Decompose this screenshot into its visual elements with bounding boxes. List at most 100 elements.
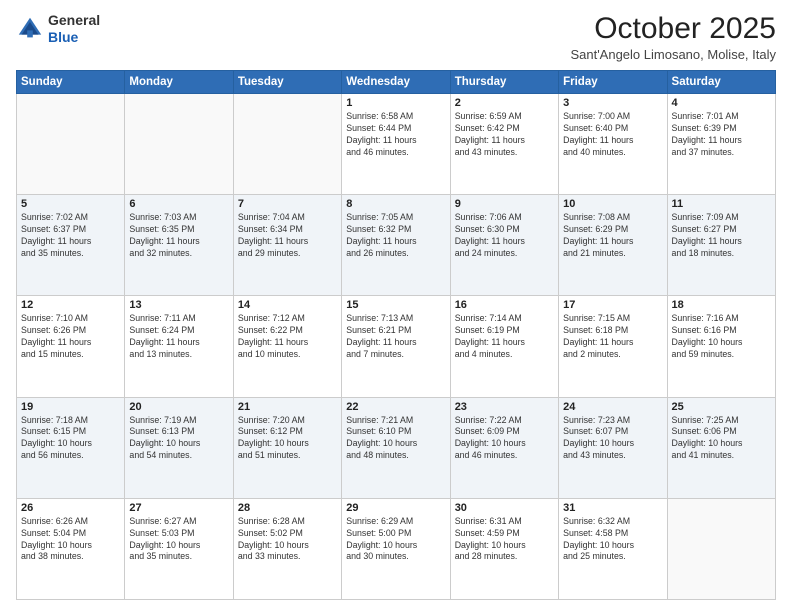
- day-number: 15: [346, 299, 445, 311]
- day-number: 28: [238, 502, 337, 514]
- table-row: 11Sunrise: 7:09 AM Sunset: 6:27 PM Dayli…: [667, 195, 775, 296]
- day-info: Sunrise: 7:14 AM Sunset: 6:19 PM Dayligh…: [455, 313, 554, 361]
- table-row: 17 Sunrise: 7:15 AM Sunset: 6:18 PM Dayli…: [559, 296, 667, 397]
- day-info: Sunrise: 7:12 AM Sunset: 6:22 PM Dayligh…: [238, 313, 337, 361]
- day-info: Sunrise: 7:08 AM Sunset: 6:29 PM Dayligh…: [563, 212, 662, 260]
- day-info: Sunrise: 7:22 AM Sunset: 6:09 PM Dayligh…: [455, 415, 554, 463]
- day-info: Sunrise: 7:00 AM Sunset: 6:40 PM Dayligh…: [563, 111, 662, 159]
- day-info: Sunrise: 7:23 AM Sunset: 6:07 PM Dayligh…: [563, 415, 662, 463]
- day-number: 27: [129, 502, 228, 514]
- day-number: 25: [672, 401, 771, 413]
- calendar-week-1: 1 Sunrise: 6:58 AM Sunset: 6:44 PM Daylig…: [17, 94, 776, 195]
- logo-blue: Blue: [48, 29, 100, 46]
- day-number: 5: [21, 198, 120, 210]
- table-row: 8Sunrise: 7:05 AM Sunset: 6:32 PM Daylig…: [342, 195, 450, 296]
- table-row: 22 Sunrise: 7:21 AM Sunset: 6:10 PM Dayli…: [342, 397, 450, 498]
- col-tuesday: Tuesday: [233, 71, 341, 94]
- day-number: 23: [455, 401, 554, 413]
- table-row: 24 Sunrise: 7:23 AM Sunset: 6:07 PM Dayli…: [559, 397, 667, 498]
- day-info: Sunrise: 7:01 AM Sunset: 6:39 PM Dayligh…: [672, 111, 771, 159]
- day-info: Sunrise: 7:18 AM Sunset: 6:15 PM Dayligh…: [21, 415, 120, 463]
- calendar-week-5: 26Sunrise: 6:26 AM Sunset: 5:04 PM Dayli…: [17, 498, 776, 599]
- day-info: Sunrise: 6:58 AM Sunset: 6:44 PM Dayligh…: [346, 111, 445, 159]
- table-row: 23 Sunrise: 7:22 AM Sunset: 6:09 PM Dayli…: [450, 397, 558, 498]
- table-row: 31 Sunrise: 6:32 AM Sunset: 4:58 PM Dayli…: [559, 498, 667, 599]
- table-row: 2Sunrise: 6:59 AM Sunset: 6:42 PM Daylig…: [450, 94, 558, 195]
- day-number: 7: [238, 198, 337, 210]
- day-number: 22: [346, 401, 445, 413]
- day-number: 18: [672, 299, 771, 311]
- logo-general: General: [48, 12, 100, 29]
- table-row: 10Sunrise: 7:08 AM Sunset: 6:29 PM Dayli…: [559, 195, 667, 296]
- day-number: 1: [346, 97, 445, 109]
- day-info: Sunrise: 7:16 AM Sunset: 6:16 PM Dayligh…: [672, 313, 771, 361]
- table-row: 27Sunrise: 6:27 AM Sunset: 5:03 PM Dayli…: [125, 498, 233, 599]
- location: Sant'Angelo Limosano, Molise, Italy: [570, 47, 776, 62]
- table-row: 9 Sunrise: 7:06 AM Sunset: 6:30 PM Daylig…: [450, 195, 558, 296]
- table-row: 14 Sunrise: 7:12 AM Sunset: 6:22 PM Dayli…: [233, 296, 341, 397]
- table-row: 1 Sunrise: 6:58 AM Sunset: 6:44 PM Daylig…: [342, 94, 450, 195]
- calendar-week-2: 5 Sunrise: 7:02 AM Sunset: 6:37 PM Daylig…: [17, 195, 776, 296]
- day-info: Sunrise: 7:02 AM Sunset: 6:37 PM Dayligh…: [21, 212, 120, 260]
- day-info: Sunrise: 7:04 AM Sunset: 6:34 PM Dayligh…: [238, 212, 337, 260]
- table-row: 20Sunrise: 7:19 AM Sunset: 6:13 PM Dayli…: [125, 397, 233, 498]
- day-number: 6: [129, 198, 228, 210]
- col-monday: Monday: [125, 71, 233, 94]
- table-row: 28Sunrise: 6:28 AM Sunset: 5:02 PM Dayli…: [233, 498, 341, 599]
- day-info: Sunrise: 7:25 AM Sunset: 6:06 PM Dayligh…: [672, 415, 771, 463]
- calendar-week-3: 12 Sunrise: 7:10 AM Sunset: 6:26 PM Dayli…: [17, 296, 776, 397]
- table-row: 25 Sunrise: 7:25 AM Sunset: 6:06 PM Dayli…: [667, 397, 775, 498]
- day-number: 12: [21, 299, 120, 311]
- table-row: [667, 498, 775, 599]
- day-info: Sunrise: 7:13 AM Sunset: 6:21 PM Dayligh…: [346, 313, 445, 361]
- day-info: Sunrise: 7:20 AM Sunset: 6:12 PM Dayligh…: [238, 415, 337, 463]
- table-row: 15 Sunrise: 7:13 AM Sunset: 6:21 PM Dayli…: [342, 296, 450, 397]
- table-row: [17, 94, 125, 195]
- table-row: 18 Sunrise: 7:16 AM Sunset: 6:16 PM Dayli…: [667, 296, 775, 397]
- day-info: Sunrise: 7:10 AM Sunset: 6:26 PM Dayligh…: [21, 313, 120, 361]
- table-row: 16 Sunrise: 7:14 AM Sunset: 6:19 PM Dayli…: [450, 296, 558, 397]
- day-number: 29: [346, 502, 445, 514]
- col-saturday: Saturday: [667, 71, 775, 94]
- col-thursday: Thursday: [450, 71, 558, 94]
- day-number: 14: [238, 299, 337, 311]
- table-row: 5 Sunrise: 7:02 AM Sunset: 6:37 PM Daylig…: [17, 195, 125, 296]
- day-info: Sunrise: 7:09 AM Sunset: 6:27 PM Dayligh…: [672, 212, 771, 260]
- header: General Blue October 2025 Sant'Angelo Li…: [16, 12, 776, 62]
- day-number: 9: [455, 198, 554, 210]
- table-row: 7 Sunrise: 7:04 AM Sunset: 6:34 PM Daylig…: [233, 195, 341, 296]
- day-number: 13: [129, 299, 228, 311]
- day-number: 30: [455, 502, 554, 514]
- calendar-table: Sunday Monday Tuesday Wednesday Thursday…: [16, 70, 776, 600]
- day-number: 8: [346, 198, 445, 210]
- day-number: 3: [563, 97, 662, 109]
- table-row: 6Sunrise: 7:03 AM Sunset: 6:35 PM Daylig…: [125, 195, 233, 296]
- table-row: 13Sunrise: 7:11 AM Sunset: 6:24 PM Dayli…: [125, 296, 233, 397]
- table-row: 21 Sunrise: 7:20 AM Sunset: 6:12 PM Dayli…: [233, 397, 341, 498]
- header-row: Sunday Monday Tuesday Wednesday Thursday…: [17, 71, 776, 94]
- day-info: Sunrise: 7:21 AM Sunset: 6:10 PM Dayligh…: [346, 415, 445, 463]
- day-number: 17: [563, 299, 662, 311]
- day-number: 31: [563, 502, 662, 514]
- table-row: 19Sunrise: 7:18 AM Sunset: 6:15 PM Dayli…: [17, 397, 125, 498]
- table-row: 4 Sunrise: 7:01 AM Sunset: 6:39 PM Daylig…: [667, 94, 775, 195]
- calendar-week-4: 19Sunrise: 7:18 AM Sunset: 6:15 PM Dayli…: [17, 397, 776, 498]
- day-number: 24: [563, 401, 662, 413]
- col-wednesday: Wednesday: [342, 71, 450, 94]
- day-number: 16: [455, 299, 554, 311]
- day-number: 4: [672, 97, 771, 109]
- col-sunday: Sunday: [17, 71, 125, 94]
- title-block: October 2025 Sant'Angelo Limosano, Molis…: [570, 12, 776, 62]
- table-row: 12 Sunrise: 7:10 AM Sunset: 6:26 PM Dayli…: [17, 296, 125, 397]
- day-number: 21: [238, 401, 337, 413]
- day-info: Sunrise: 6:32 AM Sunset: 4:58 PM Dayligh…: [563, 516, 662, 564]
- logo: General Blue: [16, 12, 100, 46]
- table-row: 26Sunrise: 6:26 AM Sunset: 5:04 PM Dayli…: [17, 498, 125, 599]
- day-info: Sunrise: 7:06 AM Sunset: 6:30 PM Dayligh…: [455, 212, 554, 260]
- day-number: 2: [455, 97, 554, 109]
- month-title: October 2025: [570, 12, 776, 45]
- day-info: Sunrise: 7:15 AM Sunset: 6:18 PM Dayligh…: [563, 313, 662, 361]
- table-row: 29Sunrise: 6:29 AM Sunset: 5:00 PM Dayli…: [342, 498, 450, 599]
- table-row: [233, 94, 341, 195]
- day-number: 26: [21, 502, 120, 514]
